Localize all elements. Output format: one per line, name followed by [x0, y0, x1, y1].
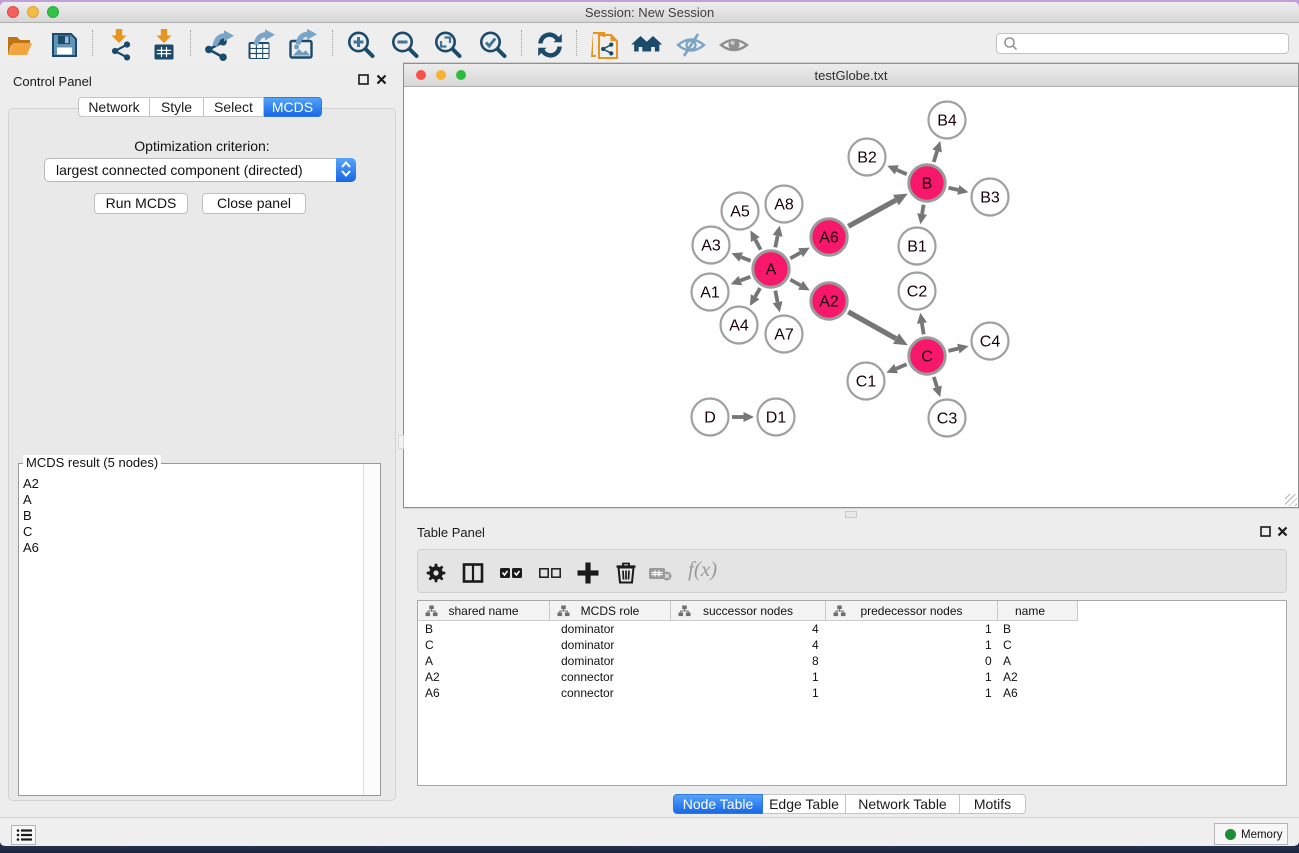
- svg-text:B2: B2: [857, 150, 877, 167]
- svg-text:C4: C4: [980, 334, 1001, 351]
- svg-text:A8: A8: [774, 197, 794, 214]
- svg-text:A4: A4: [729, 318, 749, 335]
- svg-text:C: C: [921, 349, 933, 366]
- svg-text:C1: C1: [856, 374, 877, 391]
- svg-text:C3: C3: [937, 411, 958, 428]
- svg-text:A6: A6: [819, 230, 839, 247]
- svg-text:B1: B1: [907, 239, 927, 256]
- svg-text:A: A: [766, 262, 777, 279]
- svg-text:A1: A1: [700, 285, 720, 302]
- svg-text:A3: A3: [701, 238, 721, 255]
- svg-text:B3: B3: [980, 190, 1000, 207]
- svg-text:D: D: [704, 410, 716, 427]
- svg-text:B: B: [922, 176, 933, 193]
- svg-text:C2: C2: [907, 284, 928, 301]
- svg-text:A7: A7: [774, 327, 794, 344]
- svg-text:A5: A5: [730, 204, 750, 221]
- svg-text:A2: A2: [819, 294, 839, 311]
- svg-text:B4: B4: [937, 113, 957, 130]
- svg-text:D1: D1: [766, 410, 787, 427]
